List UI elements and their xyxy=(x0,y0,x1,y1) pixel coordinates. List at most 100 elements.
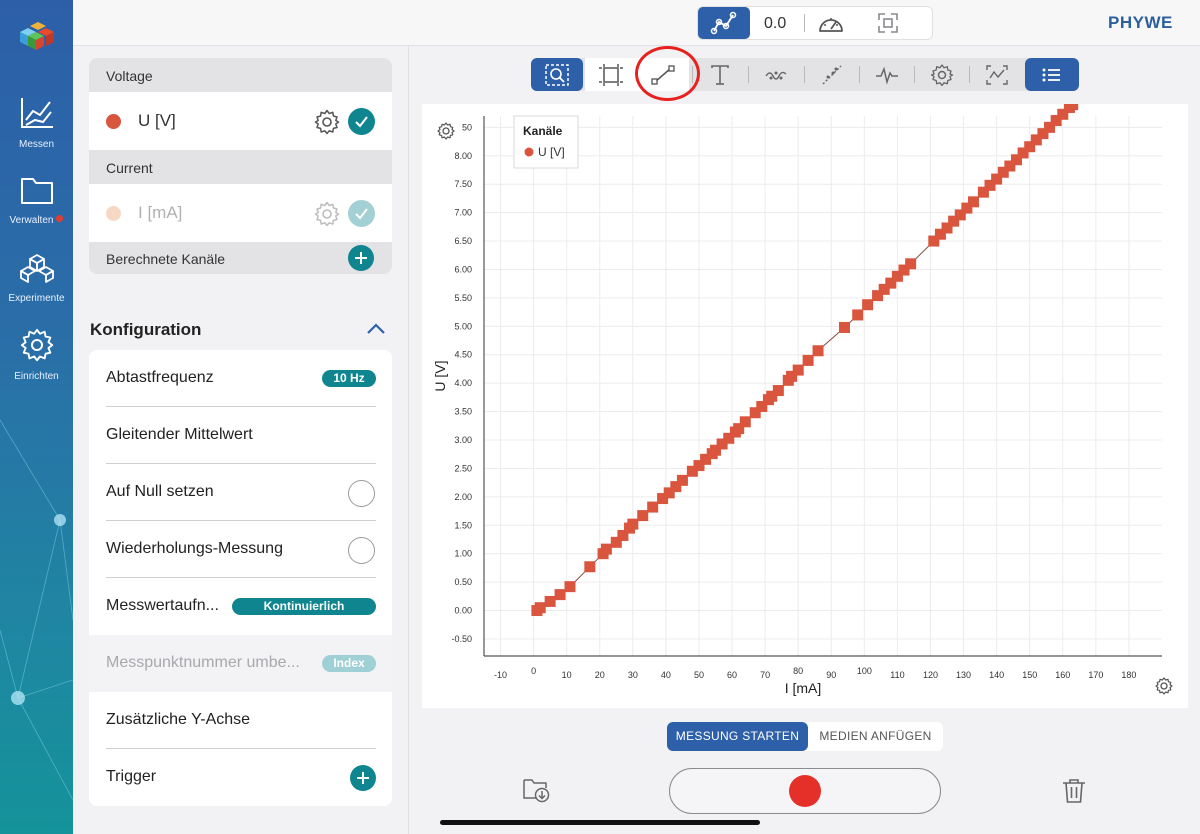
y-tick-label: 2.00 xyxy=(454,492,472,502)
data-point xyxy=(905,258,917,270)
x-tick-label: 40 xyxy=(661,670,671,680)
check-icon xyxy=(355,116,368,128)
settings-icon xyxy=(930,64,954,86)
channel-row-voltage[interactable]: U [V] xyxy=(89,92,392,150)
chevron-up-icon[interactable] xyxy=(366,322,386,336)
nav-experimente[interactable]: Experimente xyxy=(0,252,73,306)
record-button[interactable] xyxy=(669,768,941,814)
config-row-extra-y-axis[interactable]: Zusätzliche Y-Achse xyxy=(89,692,392,749)
record-icon xyxy=(789,775,821,807)
brand-logo: PHYWE xyxy=(1108,13,1173,32)
voltage-header: Voltage xyxy=(89,58,392,92)
config-label: Auf Null setzen xyxy=(106,483,214,500)
config-row-trigger[interactable]: Trigger xyxy=(89,749,392,806)
data-point xyxy=(637,510,649,522)
select-area-button[interactable] xyxy=(585,58,637,91)
y-tick-label: 1.00 xyxy=(454,549,472,559)
x-axis-settings-icon[interactable] xyxy=(1155,677,1173,695)
channel-row-current[interactable]: I [mA] xyxy=(89,184,392,242)
y-axis-settings-icon[interactable] xyxy=(437,122,455,140)
home-indicator xyxy=(440,820,760,825)
config-row-zero[interactable]: Auf Null setzen xyxy=(89,464,392,521)
x-tick-label: 170 xyxy=(1088,670,1103,680)
y-tick-label: 2.50 xyxy=(454,463,472,473)
x-tick-label: 30 xyxy=(628,670,638,680)
add-computed-channel-button[interactable] xyxy=(348,245,374,271)
y-axis-label: U [V] xyxy=(432,360,448,391)
y-tick-label: 4.00 xyxy=(454,378,472,388)
attach-media-tab[interactable]: MEDIEN ANFÜGEN xyxy=(808,722,943,751)
nav-einrichten[interactable]: Einrichten xyxy=(0,328,73,384)
sampling-rate-pill[interactable]: 10 Hz xyxy=(322,370,376,387)
fullscreen-icon[interactable] xyxy=(877,12,899,34)
x-tick-label: 90 xyxy=(826,670,836,680)
x-tick-label: 10 xyxy=(562,670,572,680)
smooth-tool-button[interactable] xyxy=(750,58,802,91)
peak-tool-button[interactable] xyxy=(861,58,913,91)
current-header: Current xyxy=(89,150,392,184)
list-view-button[interactable] xyxy=(1025,58,1079,91)
index-pill: Index xyxy=(322,655,376,672)
folder-download-icon[interactable] xyxy=(522,776,552,804)
nav-messen[interactable]: Messen xyxy=(0,96,73,152)
config-row-moving-average[interactable]: Gleitender Mittelwert xyxy=(89,407,392,464)
chart-settings-button[interactable] xyxy=(916,58,968,91)
signal-tool-button[interactable] xyxy=(971,58,1023,91)
data-point xyxy=(534,602,546,614)
y-tick-label: 5.00 xyxy=(454,321,472,331)
y-tick-label: 1.50 xyxy=(454,520,472,530)
zero-radio[interactable] xyxy=(348,480,375,507)
x-tick-label: 50 xyxy=(694,670,704,680)
data-point xyxy=(554,589,566,601)
config-list: Abtastfrequenz 10 Hz Gleitender Mittelwe… xyxy=(89,350,392,806)
highlight-circle xyxy=(635,46,700,101)
config-label: Abtastfrequenz xyxy=(106,369,214,386)
tangent-tool-button[interactable] xyxy=(806,58,858,91)
data-point xyxy=(792,364,804,376)
add-trigger-button[interactable] xyxy=(350,765,376,791)
config-row-repeat[interactable]: Wiederholungs-Messung xyxy=(89,521,392,578)
graph-view-button[interactable] xyxy=(698,7,750,39)
x-tick-label: 60 xyxy=(727,670,737,680)
config-label: Messpunktnummer umbe... xyxy=(106,654,300,671)
acquisition-mode-pill[interactable]: Kontinuierlich xyxy=(232,598,376,615)
y-tick-label: 7.00 xyxy=(454,208,472,218)
smooth-icon xyxy=(765,71,787,80)
gauge-icon[interactable] xyxy=(816,11,846,37)
trash-icon[interactable] xyxy=(1062,778,1086,804)
channel-settings-icon[interactable] xyxy=(314,109,340,135)
zoom-tool-button[interactable] xyxy=(531,58,583,91)
notification-badge xyxy=(56,215,64,223)
text-tool-button[interactable] xyxy=(694,58,746,91)
computed-channels-label: Berechnete Kanäle xyxy=(106,251,226,267)
channel-list: Voltage U [V] Current I [mA] Berechnete … xyxy=(89,58,392,274)
start-measurement-tab[interactable]: MESSUNG STARTEN xyxy=(667,722,808,751)
x-tick-label: 120 xyxy=(923,670,938,680)
y-tick-label: 5.50 xyxy=(454,293,472,303)
y-tick-label: 4.50 xyxy=(454,350,472,360)
x-tick-label: 140 xyxy=(989,670,1004,680)
nav-verwalten[interactable]: Verwalten xyxy=(0,174,73,228)
data-point xyxy=(627,518,639,530)
folder-icon xyxy=(20,178,53,204)
channel-enabled-toggle[interactable] xyxy=(348,200,375,227)
config-row-sampling-rate[interactable]: Abtastfrequenz 10 Hz xyxy=(89,350,392,407)
divider xyxy=(914,66,915,83)
config-row-point-number: Messpunktnummer umbe... Index xyxy=(89,635,392,692)
tangent-icon xyxy=(822,65,842,85)
data-point xyxy=(802,354,814,366)
config-row-acquisition[interactable]: Messwertaufn... Kontinuierlich xyxy=(89,578,392,635)
data-point xyxy=(739,416,751,428)
bottom-mode-switch: MESSUNG STARTEN MEDIEN ANFÜGEN xyxy=(667,722,943,751)
data-point xyxy=(544,595,556,607)
config-label: Gleitender Mittelwert xyxy=(106,426,253,443)
channel-enabled-toggle[interactable] xyxy=(348,108,375,135)
channel-panel: Voltage U [V] Current I [mA] Berechnete … xyxy=(73,46,409,834)
computed-channels-row: Berechnete Kanäle xyxy=(89,242,392,274)
nav-label: Einrichten xyxy=(14,371,59,382)
channel-settings-icon[interactable] xyxy=(314,201,340,227)
digital-value-button[interactable]: 0.0 xyxy=(764,15,786,33)
divider xyxy=(748,66,749,83)
repeat-radio[interactable] xyxy=(348,537,375,564)
text-icon xyxy=(711,65,729,85)
